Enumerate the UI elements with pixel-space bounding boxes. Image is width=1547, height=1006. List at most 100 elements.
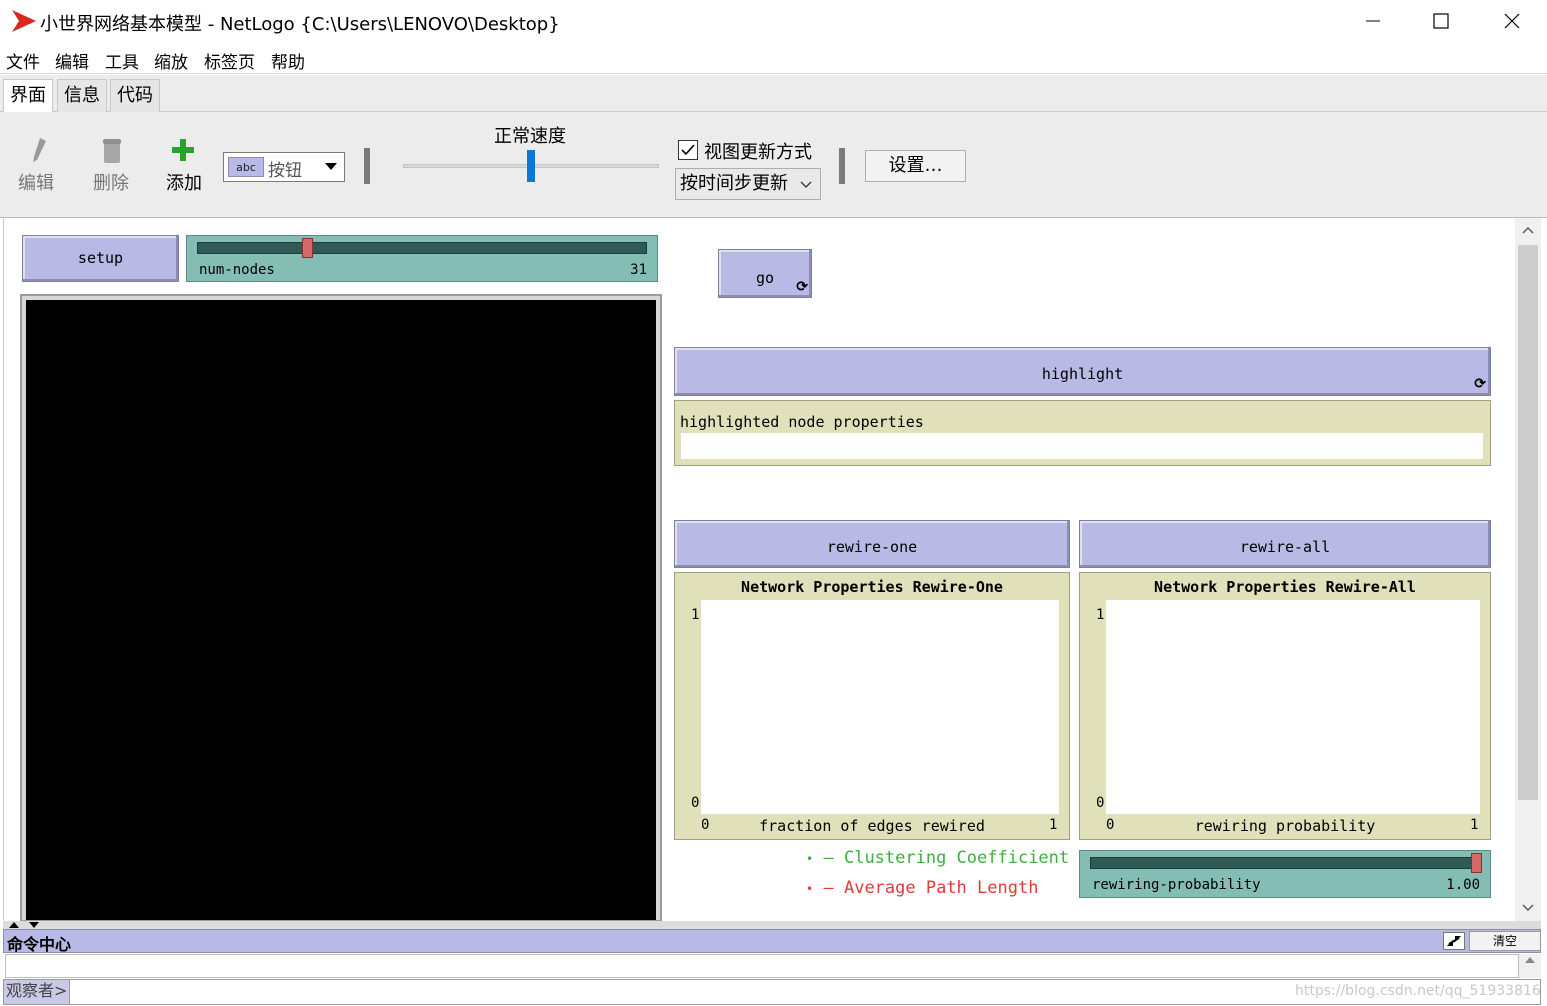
- command-center-header: 命令中心 清空: [3, 929, 1541, 954]
- rewire-all-button[interactable]: rewire-all: [1079, 520, 1491, 568]
- setup-button[interactable]: setup: [22, 235, 179, 282]
- rewiring-probability-track: [1090, 857, 1482, 869]
- pencil-icon: [33, 138, 46, 162]
- tab-interface[interactable]: 界面: [3, 79, 53, 113]
- go-button[interactable]: go ⟳: [718, 249, 812, 298]
- delete-label: 删除: [93, 173, 129, 194]
- speed-slider-thumb[interactable]: [527, 150, 535, 182]
- plot-rewire-one-area[interactable]: [701, 600, 1059, 814]
- plot-rewire-all-area[interactable]: [1106, 600, 1480, 814]
- minimize-button[interactable]: [1338, 0, 1408, 42]
- highlighted-node-monitor: highlighted node properties: [674, 400, 1491, 466]
- forever-icon: ⟳: [796, 279, 808, 295]
- plot-rewire-one-ymax: 1: [691, 607, 700, 623]
- plot-rewire-all-ymin: 0: [1096, 795, 1105, 811]
- maximize-icon: [1433, 13, 1449, 29]
- widget-type-value: 按钮: [268, 161, 302, 181]
- highlight-button[interactable]: highlight ⟳: [674, 347, 1491, 396]
- menu-help[interactable]: 帮助: [271, 48, 305, 73]
- toolbar-separator-2: [839, 148, 845, 184]
- expand-button[interactable]: [1443, 932, 1465, 950]
- button-widget-icon: abc: [228, 157, 264, 177]
- rewiring-probability-knob[interactable]: [1471, 853, 1482, 873]
- tab-code[interactable]: 代码: [110, 79, 160, 112]
- interface-canvas: setup num-nodes 31 go ⟳ highlight ⟳ high…: [3, 218, 1515, 922]
- minimize-icon: [1366, 20, 1380, 22]
- speed-label: 正常速度: [494, 126, 566, 147]
- plot-rewire-one-xlabel: fraction of edges rewired: [759, 817, 985, 835]
- world-view[interactable]: [26, 300, 656, 920]
- legend-bullet-2: •: [806, 882, 814, 896]
- watermark: https://blog.csdn.net/qq_51933816: [1295, 983, 1541, 999]
- legend-clustering: • – Clustering Coefficient: [806, 848, 1069, 868]
- menu-tabs[interactable]: 标签页: [204, 48, 255, 73]
- num-nodes-knob[interactable]: [302, 238, 314, 258]
- menu-tools[interactable]: 工具: [105, 48, 139, 73]
- forever-icon-2: ⟳: [1474, 376, 1486, 392]
- update-mode-value: 按时间步更新: [680, 173, 788, 194]
- agent-prompt-selector[interactable]: 观察者>: [4, 980, 70, 1004]
- widget-type-dropdown[interactable]: abc 按钮: [223, 152, 345, 182]
- view-updates-label: 视图更新方式: [704, 142, 812, 163]
- plot-rewire-one: Network Properties Rewire-One 1 0 0 1 fr…: [674, 572, 1070, 840]
- checkmark-icon: [681, 144, 695, 156]
- monitor-value: [681, 433, 1483, 459]
- plot-rewire-all-title: Network Properties Rewire-All: [1154, 578, 1416, 596]
- command-output[interactable]: [5, 954, 1519, 978]
- legend-path-length: • – Average Path Length: [806, 878, 1038, 898]
- world-view-frame: [20, 294, 662, 922]
- num-nodes-track: [197, 242, 647, 254]
- plot-rewire-all-xlabel: rewiring probability: [1194, 817, 1376, 835]
- plot-rewire-one-ymin: 0: [691, 795, 700, 811]
- title-bar: 小世界网络基本模型 - NetLogo {C:\Users\LENOVO\Des…: [0, 0, 1547, 42]
- rewiring-probability-label: rewiring-probability: [1092, 877, 1261, 893]
- trash-icon: [103, 139, 121, 163]
- window-title: 小世界网络基本模型 - NetLogo {C:\Users\LENOVO\Des…: [40, 14, 560, 35]
- rewire-one-button[interactable]: rewire-one: [674, 520, 1070, 568]
- interface-toolbar: 编辑 删除 添加 abc 按钮 正常速度 视图更新方式 按时间步更新 设置…: [0, 112, 1547, 218]
- menu-zoom[interactable]: 缩放: [154, 48, 188, 73]
- plot-rewire-one-title: Network Properties Rewire-One: [741, 578, 1003, 596]
- menu-bar: 文件 编辑 工具 缩放 标签页 帮助: [0, 44, 1547, 74]
- splitter-arrows-icon: [9, 922, 39, 928]
- rewire-all-label: rewire-all: [1239, 538, 1331, 556]
- rewire-one-label: rewire-one: [826, 538, 918, 556]
- output-scrollbar[interactable]: [1519, 954, 1541, 978]
- close-button[interactable]: [1477, 0, 1547, 42]
- scroll-down-icon: [1522, 904, 1534, 911]
- legend-dash: –: [823, 848, 844, 868]
- num-nodes-label: num-nodes: [199, 262, 275, 278]
- rewiring-probability-slider[interactable]: rewiring-probability 1.00: [1079, 850, 1491, 898]
- expand-icon: [1447, 936, 1461, 946]
- add-label: 添加: [166, 173, 202, 194]
- clear-button[interactable]: 清空: [1469, 931, 1541, 951]
- speed-slider[interactable]: [403, 150, 659, 182]
- plot-rewire-all: Network Properties Rewire-All 1 0 0 1 re…: [1079, 572, 1491, 840]
- output-scroll-up-icon: [1525, 957, 1535, 963]
- go-label: go: [755, 269, 775, 287]
- tab-strip: 界面 信息 代码: [0, 75, 1547, 113]
- tab-info[interactable]: 信息: [57, 79, 107, 112]
- add-button[interactable]: 添加: [164, 136, 208, 196]
- dropdown-arrow-icon: [325, 163, 337, 170]
- command-input-row: 观察者> https://blog.csdn.net/qq_51933816: [3, 979, 1541, 1005]
- maximize-button[interactable]: [1406, 0, 1476, 42]
- toolbar-separator: [364, 148, 370, 184]
- rewiring-probability-value: 1.00: [1446, 877, 1480, 893]
- legend-clustering-label: Clustering Coefficient: [843, 848, 1070, 868]
- command-center-splitter[interactable]: [3, 921, 1541, 929]
- view-updates-checkbox[interactable]: [678, 140, 698, 160]
- edit-button[interactable]: 编辑: [16, 136, 60, 196]
- setup-label: setup: [77, 249, 124, 267]
- menu-file[interactable]: 文件: [6, 48, 40, 73]
- scroll-thumb[interactable]: [1518, 245, 1538, 800]
- plus-icon: [172, 139, 194, 161]
- monitor-label: highlighted node properties: [680, 413, 924, 431]
- menu-edit[interactable]: 编辑: [55, 48, 89, 73]
- update-mode-dropdown[interactable]: 按时间步更新: [675, 168, 821, 200]
- delete-button[interactable]: 删除: [91, 136, 135, 196]
- num-nodes-slider[interactable]: num-nodes 31: [186, 235, 658, 282]
- command-center-title: 命令中心: [7, 935, 72, 954]
- legend-path-length-label: Average Path Length: [843, 878, 1039, 898]
- settings-button[interactable]: 设置…: [865, 150, 966, 182]
